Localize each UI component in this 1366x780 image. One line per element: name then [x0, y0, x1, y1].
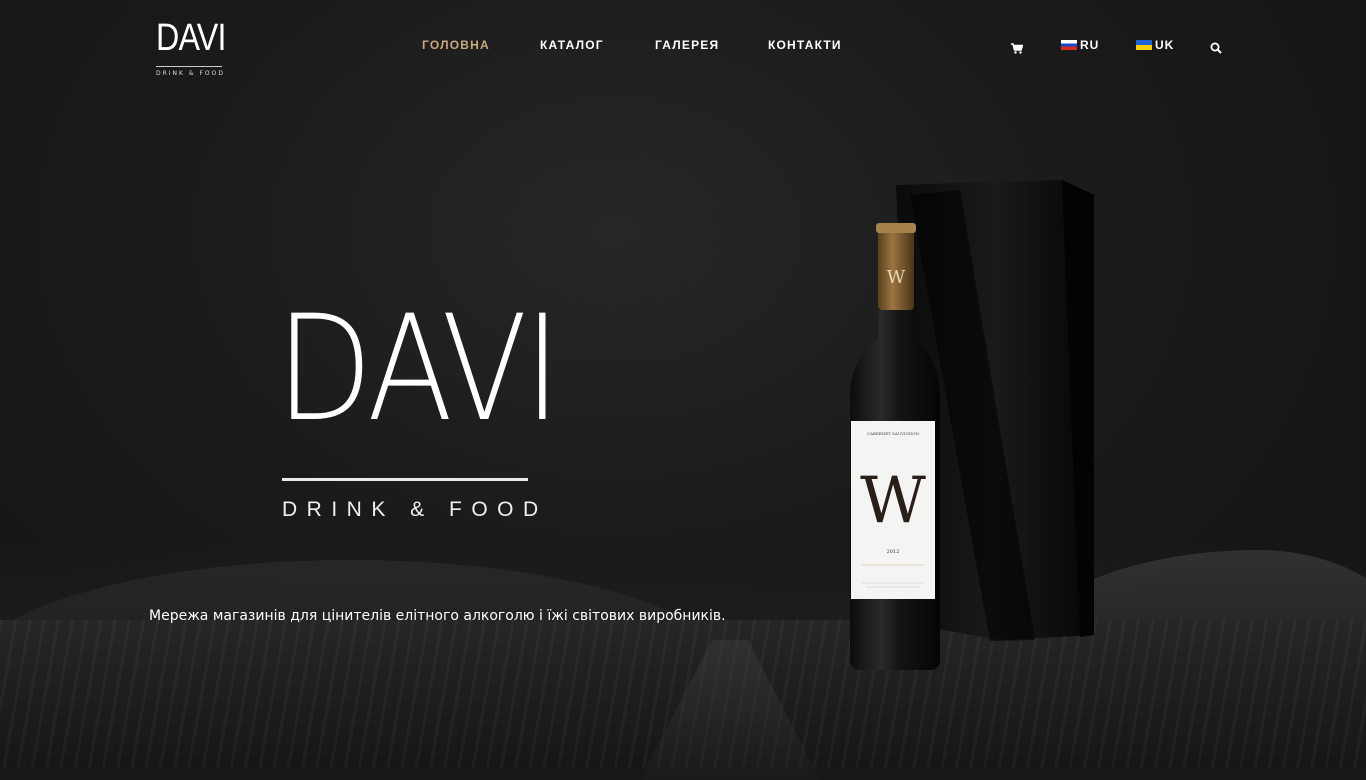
logo-divider [156, 66, 222, 67]
shopping-cart-icon[interactable] [1011, 39, 1024, 54]
nav-item-catalog[interactable]: КАТАЛОГ [540, 38, 604, 52]
language-code: RU [1080, 38, 1100, 52]
nav-item-home[interactable]: ГОЛОВНА [422, 38, 490, 52]
language-code: UK [1155, 38, 1175, 52]
nav-item-gallery[interactable]: ГАЛЕРЕЯ [655, 38, 719, 52]
search-icon[interactable] [1210, 39, 1222, 54]
label-letter: W [860, 464, 926, 538]
label-top-text: CABERNET SAUVIGNON [867, 431, 920, 436]
hero-tagline: Мережа магазинів для цінителів елітного … [149, 608, 726, 624]
language-ru[interactable]: RU [1061, 38, 1099, 52]
label-year: 2012 [887, 549, 900, 555]
site-logo[interactable]: DAVI DRINK & FOOD [156, 17, 226, 77]
logo-subtitle: DRINK & FOOD [156, 70, 225, 77]
hero-title: DAVI [276, 284, 561, 454]
russia-flag-icon [1061, 40, 1077, 50]
logo-text: DAVI [156, 17, 226, 59]
language-uk[interactable]: UK [1136, 38, 1174, 52]
hero-divider [282, 478, 528, 481]
hero-subtitle: DRINK & FOOD [282, 498, 548, 521]
wine-bottle-image: W CABERNET SAUVIGNON W 2012 [830, 175, 1110, 675]
nav-item-contacts[interactable]: КОНТАКТИ [768, 38, 842, 52]
ukraine-flag-icon [1136, 40, 1152, 50]
svg-text:W: W [887, 267, 906, 288]
